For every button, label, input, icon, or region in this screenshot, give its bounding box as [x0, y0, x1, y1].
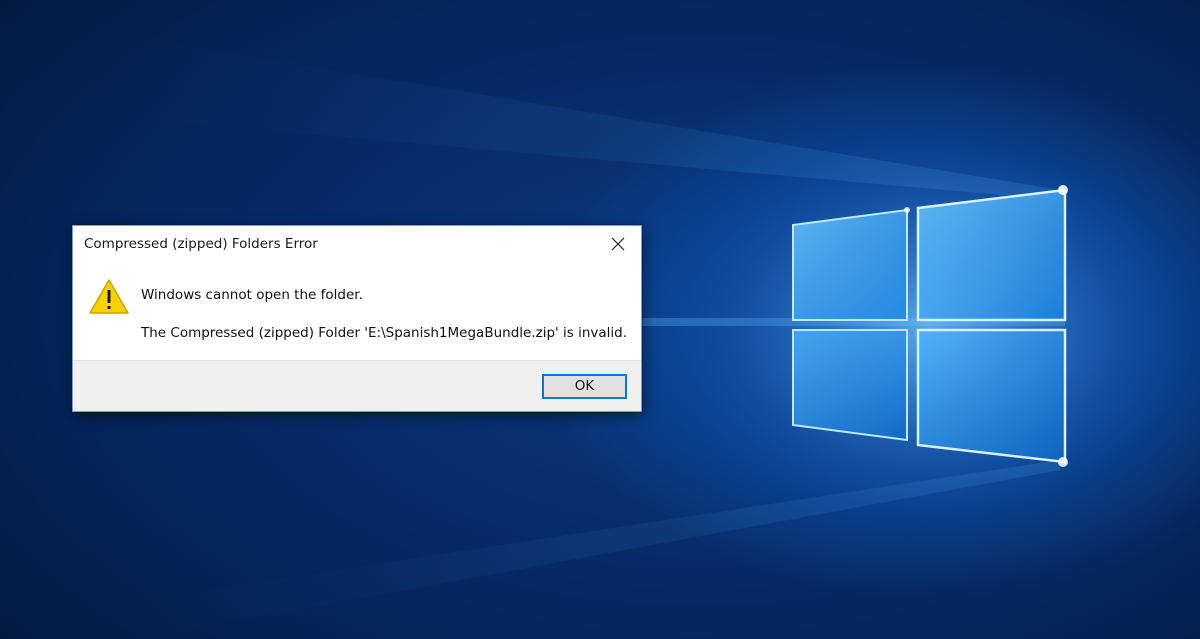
- error-message-main: Windows cannot open the folder.: [141, 287, 363, 303]
- close-button[interactable]: [595, 226, 641, 262]
- error-dialog: Compressed (zipped) Folders Error Window…: [72, 225, 642, 412]
- warning-icon: [89, 279, 129, 314]
- dialog-footer: OK: [73, 360, 641, 411]
- ok-button[interactable]: OK: [542, 374, 627, 399]
- close-icon: [611, 237, 625, 251]
- dialog-title: Compressed (zipped) Folders Error: [84, 236, 318, 252]
- dialog-titlebar[interactable]: Compressed (zipped) Folders Error: [73, 226, 641, 262]
- dialog-content: Windows cannot open the folder. The Comp…: [73, 262, 641, 360]
- error-message-detail: The Compressed (zipped) Folder 'E:\Spani…: [141, 325, 628, 341]
